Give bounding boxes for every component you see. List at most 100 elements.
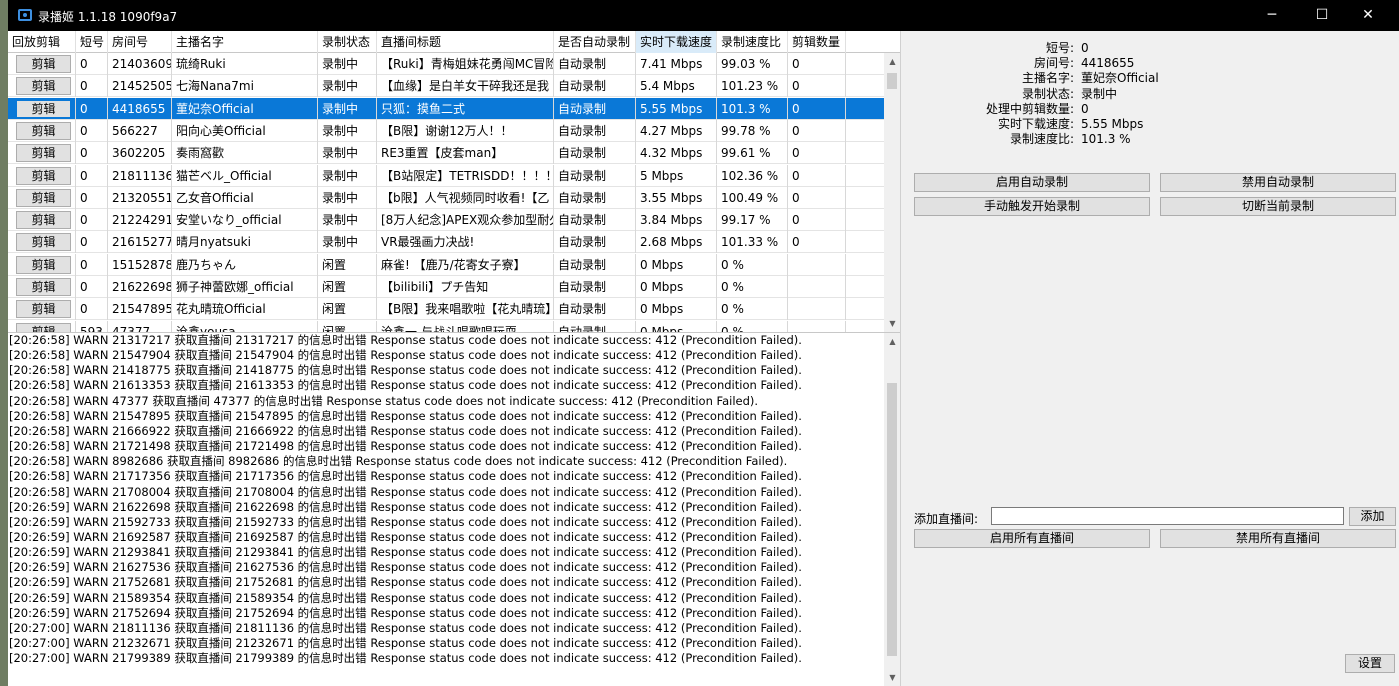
manual-start-record-button[interactable]: 手动触发开始录制 bbox=[914, 197, 1150, 216]
column-header[interactable]: 实时下载速度 bbox=[636, 31, 717, 53]
cell-speed: 0 Mbps bbox=[636, 253, 717, 276]
edit-clip-button[interactable]: 剪辑 bbox=[16, 166, 71, 185]
log-line: [20:26:58] WARN 21547904 获取直播间 21547904 … bbox=[9, 348, 802, 363]
info-value: 0 bbox=[1081, 101, 1089, 116]
table-row[interactable]: 剪辑 0 21622698 狮子神蕾欧娜_official 闲置 【bilibili】プチ… bbox=[8, 276, 884, 298]
edit-clip-button[interactable]: 剪辑 bbox=[16, 322, 71, 332]
title-bar[interactable]: 录播姬 1.1.18 1090f9a7 ─ ☐ ✕ bbox=[8, 0, 1399, 31]
edit-clip-button[interactable]: 剪辑 bbox=[16, 144, 71, 163]
disable-all-rooms-button[interactable]: 禁用所有直播间 bbox=[1160, 529, 1396, 548]
column-header[interactable]: 是否自动录制 bbox=[554, 31, 636, 53]
cell-ratio: 99.78 % bbox=[717, 119, 788, 142]
grid-scrollbar[interactable]: ▲ ▼ bbox=[884, 53, 900, 332]
edit-clip-button[interactable]: 剪辑 bbox=[16, 255, 71, 274]
cell-short: 0 bbox=[76, 186, 108, 209]
cell-status: 录制中 bbox=[318, 164, 377, 187]
cell-clips: 0 bbox=[788, 231, 846, 254]
cell-name: 琉绮Ruki bbox=[172, 53, 318, 75]
table-row[interactable]: 剪辑 0 15152878 鹿乃ちゃん 闲置 麻雀! 【鹿乃/花寄女子寮】 自动录制 0 Mb… bbox=[8, 253, 884, 276]
cell-name: 狮子神蕾欧娜_official bbox=[172, 276, 318, 298]
cell-status: 录制中 bbox=[318, 75, 377, 98]
table-row[interactable]: 剪辑 0 21320551 乙女音Official 录制中 【b限】人气视频同时收看!【乙… bbox=[8, 186, 884, 209]
column-header[interactable]: 回放剪辑 bbox=[8, 31, 76, 53]
log-scrollbar[interactable]: ▲ ▼ bbox=[884, 333, 900, 686]
info-label: 房间号: bbox=[1033, 56, 1074, 71]
log-line: [20:26:59] WARN 21622698 获取直播间 21622698 … bbox=[9, 499, 802, 514]
cell-name: 七海Nana7mi bbox=[172, 75, 318, 98]
column-header[interactable]: 直播间标题 bbox=[377, 31, 554, 53]
column-header[interactable]: 主播名字 bbox=[172, 31, 318, 53]
edit-cell: 剪辑 bbox=[8, 186, 76, 209]
edit-clip-button[interactable]: 剪辑 bbox=[16, 121, 71, 140]
enable-auto-record-button[interactable]: 启用自动录制 bbox=[914, 173, 1150, 192]
edit-clip-button[interactable]: 剪辑 bbox=[16, 188, 71, 207]
scroll-up-arrow-icon[interactable]: ▲ bbox=[884, 333, 900, 350]
table-row[interactable]: 剪辑 0 21403609 琉绮Ruki 录制中 【Ruki】青梅姐妹花勇闯MC冒险 自动录… bbox=[8, 53, 884, 75]
edit-clip-button[interactable]: 剪辑 bbox=[16, 211, 71, 230]
cell-clips bbox=[788, 298, 846, 321]
table-row[interactable]: 剪辑 0 21615277 晴月nyatsuki 录制中 VR最强画力决战! 自动录制 2.6… bbox=[8, 231, 884, 254]
cell-auto: 自动录制 bbox=[554, 231, 636, 254]
table-row[interactable]: 剪辑 0 21452505 七海Nana7mi 录制中 【血缘】是白羊女干碎我还是我 自动录… bbox=[8, 75, 884, 98]
minimize-button[interactable]: ─ bbox=[1249, 0, 1295, 31]
column-header[interactable]: 短号 bbox=[76, 31, 108, 53]
table-row-selected[interactable]: 剪辑 0 4418655 菫妃奈Official 录制中 只狐：摸鱼二式 自动录制 5.55 … bbox=[8, 97, 884, 120]
enable-all-rooms-button[interactable]: 启用所有直播间 bbox=[914, 529, 1150, 548]
settings-button[interactable]: 设置 bbox=[1345, 654, 1395, 673]
log-line: [20:26:58] WARN 21721498 获取直播间 21721498 … bbox=[9, 439, 802, 454]
cell-title: 【B限】谢谢12万人！！ bbox=[377, 119, 554, 142]
column-header[interactable]: 房间号 bbox=[108, 31, 172, 53]
table-row[interactable]: 剪辑 0 21811136 猫芒ベル_Official 录制中 【B站限定】TETRISD… bbox=[8, 164, 884, 187]
detail-panel: 短号: 0 房间号: 4418655 主播名字: 菫妃奈Official 录制状态: 录制中处… bbox=[900, 31, 1399, 686]
column-header[interactable]: 剪辑数量 bbox=[788, 31, 846, 53]
cell-room: 21403609 bbox=[108, 53, 172, 75]
cell-speed: 2.68 Mbps bbox=[636, 231, 717, 254]
cell-clips: 0 bbox=[788, 142, 846, 165]
table-row[interactable]: 剪辑 0 21547895 花丸晴琉Official 闲置 【B限】我来唱歌啦【花丸晴琉】… bbox=[8, 298, 884, 321]
cut-current-record-button[interactable]: 切断当前录制 bbox=[1160, 197, 1396, 216]
column-header[interactable]: 录制速度比 bbox=[717, 31, 788, 53]
add-room-input[interactable] bbox=[991, 507, 1344, 525]
edit-clip-button[interactable]: 剪辑 bbox=[16, 278, 71, 296]
disable-auto-record-button[interactable]: 禁用自动录制 bbox=[1160, 173, 1396, 192]
scroll-down-arrow-icon[interactable]: ▼ bbox=[884, 315, 900, 332]
edit-clip-button[interactable]: 剪辑 bbox=[16, 77, 71, 96]
log-line: [20:26:59] WARN 21752694 获取直播间 21752694 … bbox=[9, 605, 802, 620]
info-value: 0 bbox=[1081, 41, 1089, 55]
edit-clip-button[interactable]: 剪辑 bbox=[16, 300, 71, 319]
add-room-label: 添加直播间: bbox=[914, 512, 979, 526]
cell-short: 0 bbox=[76, 253, 108, 276]
edit-clip-button[interactable]: 剪辑 bbox=[16, 55, 71, 73]
cell-name: 鹿乃ちゃん bbox=[172, 253, 318, 276]
scroll-down-arrow-icon[interactable]: ▼ bbox=[884, 669, 900, 686]
table-row[interactable]: 剪辑 0 21224291 安堂いなり_official 录制中 [8万人纪念]APEX观… bbox=[8, 209, 884, 232]
cell-name: 乙女音Official bbox=[172, 186, 318, 209]
column-header[interactable]: 录制状态 bbox=[318, 31, 377, 53]
edit-clip-button[interactable]: 剪辑 bbox=[16, 99, 71, 118]
add-room-button[interactable]: 添加 bbox=[1349, 507, 1396, 526]
cell-title: 【B站限定】TETRISDD！！！！ bbox=[377, 164, 554, 187]
cell-speed: 5.55 Mbps bbox=[636, 97, 717, 120]
grid-scroll-thumb[interactable] bbox=[887, 73, 897, 89]
log-line: [20:26:58] WARN 21666922 获取直播间 21666922 … bbox=[9, 423, 802, 438]
cell-name: 安堂いなり_official bbox=[172, 209, 318, 232]
log-scroll-thumb[interactable] bbox=[887, 383, 897, 656]
log-line: [20:26:58] WARN 47377 获取直播间 47377 的信息时出错… bbox=[9, 393, 759, 408]
cell-clips bbox=[788, 253, 846, 276]
table-row[interactable]: 剪辑 0 566227 阳向心美Official 录制中 【B限】谢谢12万人！！ 自动录制… bbox=[8, 119, 884, 142]
cell-short: 0 bbox=[76, 142, 108, 165]
cell-room: 15152878 bbox=[108, 253, 172, 276]
close-button[interactable]: ✕ bbox=[1345, 0, 1391, 31]
edit-clip-button[interactable]: 剪辑 bbox=[16, 233, 71, 252]
cell-name: 菫妃奈Official bbox=[172, 97, 318, 120]
cell-speed: 0 Mbps bbox=[636, 276, 717, 298]
table-row[interactable]: 剪辑 593 47377 沧鑫yousa 闲置 沧鑫一 与战斗唱歌唱玩耍 自动录制 0 Mbp… bbox=[8, 320, 884, 332]
cell-auto: 自动录制 bbox=[554, 276, 636, 298]
table-row[interactable]: 剪辑 0 3602205 奏雨窩歡 录制中 RE3重置【皮套man】 自动录制 4.32 Mb… bbox=[8, 142, 884, 165]
edit-cell: 剪辑 bbox=[8, 97, 76, 120]
scroll-up-arrow-icon[interactable]: ▲ bbox=[884, 53, 900, 70]
cell-short: 0 bbox=[76, 276, 108, 298]
maximize-button[interactable]: ☐ bbox=[1299, 0, 1345, 31]
cell-name: 奏雨窩歡 bbox=[172, 142, 318, 165]
cell-room: 3602205 bbox=[108, 142, 172, 165]
